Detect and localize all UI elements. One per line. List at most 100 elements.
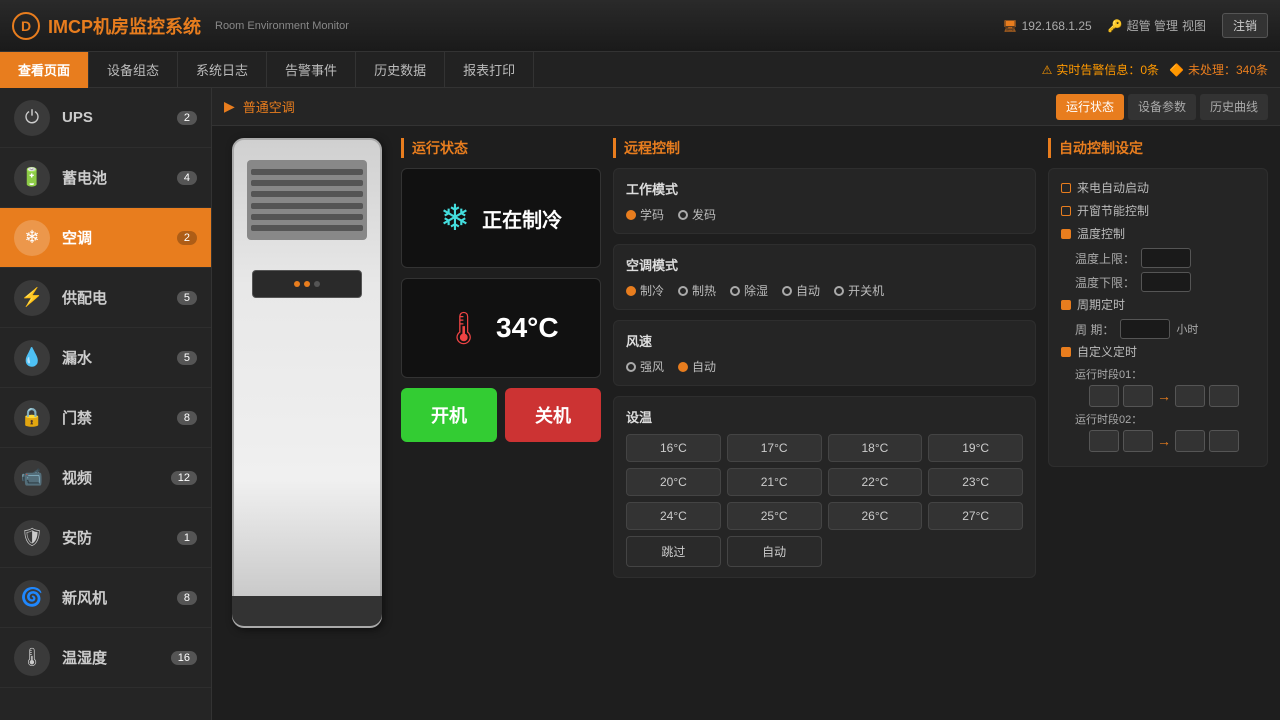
sidebar-item-video[interactable]: 📹 视频 12 bbox=[0, 448, 211, 508]
sub-label-temp-upper: 温度上限： bbox=[1075, 250, 1135, 267]
vent-line-2 bbox=[251, 180, 363, 186]
temp-btn-22[interactable]: 22°C bbox=[828, 468, 923, 496]
fan-mode-auto[interactable]: 自动 bbox=[678, 358, 716, 375]
radio-dot-zhire bbox=[678, 286, 688, 296]
ac-mode-chushi[interactable]: 除湿 bbox=[730, 282, 768, 299]
temp-btn-23[interactable]: 23°C bbox=[928, 468, 1023, 496]
temp-btn-21[interactable]: 21°C bbox=[727, 468, 822, 496]
ac-mode-zidong[interactable]: 自动 bbox=[782, 282, 820, 299]
sidebar-item-ups[interactable]: ⏻ UPS 2 bbox=[0, 88, 211, 148]
sidebar-item-battery[interactable]: 🔋 蓄电池 4 bbox=[0, 148, 211, 208]
sidebar-item-ac[interactable]: ❄ 空调 2 bbox=[0, 208, 211, 268]
fan-icon: 🌀 bbox=[14, 580, 50, 616]
time-box-02-h1[interactable] bbox=[1089, 430, 1119, 452]
radio-label-zhire: 制热 bbox=[692, 282, 716, 299]
ac-mode-zhileng[interactable]: 制冷 bbox=[626, 282, 664, 299]
temp-btn-19[interactable]: 19°C bbox=[928, 434, 1023, 462]
work-mode-option-1[interactable]: 发码 bbox=[678, 206, 716, 223]
arrow-right-01: → bbox=[1157, 388, 1171, 404]
time-box-02-h2[interactable] bbox=[1175, 430, 1205, 452]
sidebar-item-power[interactable]: ⚡ 供配电 5 bbox=[0, 268, 211, 328]
power-on-button[interactable]: 开机 bbox=[401, 388, 497, 442]
sidebar-item-access[interactable]: 🔒 门禁 8 bbox=[0, 388, 211, 448]
checkbox-temp[interactable] bbox=[1061, 229, 1071, 239]
role-label: 视图 bbox=[1182, 17, 1206, 34]
temp-btn-16[interactable]: 16°C bbox=[626, 434, 721, 462]
ac-mode-switch[interactable]: 开关机 bbox=[834, 282, 884, 299]
temp-setting-label: 设温 bbox=[626, 407, 1023, 426]
vent-line-4 bbox=[251, 203, 363, 209]
temp-display-box: 🌡 34°C bbox=[401, 278, 601, 378]
pending-icon: 🔶 bbox=[1169, 63, 1184, 77]
sidebar-label-fan: 新风机 bbox=[62, 587, 177, 608]
checkbox-power[interactable] bbox=[1061, 183, 1071, 193]
temp-btn-26[interactable]: 26°C bbox=[828, 502, 923, 530]
logout-button[interactable]: 注销 bbox=[1222, 13, 1268, 38]
radio-label-fama: 发码 bbox=[692, 206, 716, 223]
nav-tab-syslog[interactable]: 系统日志 bbox=[178, 52, 267, 88]
fan-mode-label: 风速 bbox=[626, 331, 1023, 350]
nav-tab-device[interactable]: 设备组态 bbox=[89, 52, 178, 88]
time-box-01-m1[interactable] bbox=[1123, 385, 1153, 407]
time-box-01-h2[interactable] bbox=[1175, 385, 1205, 407]
fan-mode-radio-group: 强风 自动 bbox=[626, 358, 1023, 375]
fan-mode-strong[interactable]: 强风 bbox=[626, 358, 664, 375]
sidebar-item-security[interactable]: 🛡 安防 1 bbox=[0, 508, 211, 568]
warning-icon: ⚠ bbox=[1042, 63, 1053, 77]
input-temp-lower[interactable] bbox=[1141, 272, 1191, 292]
user-icon: 🔑 bbox=[1108, 19, 1123, 33]
ups-icon: ⏻ bbox=[14, 100, 50, 136]
temp-btn-skip[interactable]: 跳过 bbox=[626, 536, 721, 567]
breadcrumb-text: 普通空调 bbox=[243, 97, 295, 116]
sidebar-item-temp[interactable]: 🌡 温湿度 16 bbox=[0, 628, 211, 688]
thermometer-icon: 🌡 bbox=[443, 309, 484, 347]
nav-tab-alert[interactable]: 告警事件 bbox=[267, 52, 356, 88]
vent-line-3 bbox=[251, 191, 363, 197]
time-row-02: → bbox=[1089, 430, 1255, 452]
time-box-01-h1[interactable] bbox=[1089, 385, 1119, 407]
temp-btn-17[interactable]: 17°C bbox=[727, 434, 822, 462]
radio-label-chushi: 除湿 bbox=[744, 282, 768, 299]
time-box-01-m2[interactable] bbox=[1209, 385, 1239, 407]
auto-row-custom: 自定义定时 bbox=[1061, 343, 1255, 360]
ac-icon: ❄ bbox=[14, 220, 50, 256]
work-mode-option-0[interactable]: 学码 bbox=[626, 206, 664, 223]
time-box-02-m2[interactable] bbox=[1209, 430, 1239, 452]
temp-btn-auto[interactable]: 自动 bbox=[727, 536, 822, 567]
input-temp-upper[interactable] bbox=[1141, 248, 1191, 268]
arrow-right-02: → bbox=[1157, 433, 1171, 449]
nav-tab-history[interactable]: 历史数据 bbox=[356, 52, 445, 88]
temp-btn-20[interactable]: 20°C bbox=[626, 468, 721, 496]
nav-tab-view[interactable]: 查看页面 bbox=[0, 52, 89, 88]
main-layout: ⏻ UPS 2 🔋 蓄电池 4 ❄ 空调 2 ⚡ 供配电 5 💧 漏水 5 🔒 … bbox=[0, 88, 1280, 720]
sidebar-badge-temp: 16 bbox=[171, 651, 197, 665]
video-icon: 📹 bbox=[14, 460, 50, 496]
radio-dot-zhileng bbox=[626, 286, 636, 296]
checkbox-window[interactable] bbox=[1061, 206, 1071, 216]
auto-sub-temp-lower: 温度下限： bbox=[1075, 272, 1255, 292]
sidebar-badge-security: 1 bbox=[177, 531, 197, 545]
temp-btn-24[interactable]: 24°C bbox=[626, 502, 721, 530]
ac-mode-zhire[interactable]: 制热 bbox=[678, 282, 716, 299]
temp-btn-27[interactable]: 27°C bbox=[928, 502, 1023, 530]
radio-label-xuema: 学码 bbox=[640, 206, 664, 223]
btn-history-curve[interactable]: 历史曲线 bbox=[1200, 94, 1268, 120]
temp-btn-18[interactable]: 18°C bbox=[828, 434, 923, 462]
power-off-button[interactable]: 关机 bbox=[505, 388, 601, 442]
sidebar-item-fan[interactable]: 🌀 新风机 8 bbox=[0, 568, 211, 628]
sidebar-label-video: 视频 bbox=[62, 467, 171, 488]
ac-unit-panel bbox=[224, 138, 389, 708]
vent-line-5 bbox=[251, 214, 363, 220]
nav-tab-report[interactable]: 报表打印 bbox=[445, 52, 534, 88]
temp-btn-25[interactable]: 25°C bbox=[727, 502, 822, 530]
water-icon: 💧 bbox=[14, 340, 50, 376]
input-period[interactable] bbox=[1120, 319, 1170, 339]
btn-run-status[interactable]: 运行状态 bbox=[1056, 94, 1124, 120]
time-box-02-m1[interactable] bbox=[1123, 430, 1153, 452]
checkbox-periodic[interactable] bbox=[1061, 300, 1071, 310]
btn-device-params[interactable]: 设备参数 bbox=[1128, 94, 1196, 120]
checkbox-custom[interactable] bbox=[1061, 347, 1071, 357]
snowflake-icon: ❄ bbox=[440, 197, 470, 239]
sidebar-item-water[interactable]: 💧 漏水 5 bbox=[0, 328, 211, 388]
sidebar-badge-water: 5 bbox=[177, 351, 197, 365]
